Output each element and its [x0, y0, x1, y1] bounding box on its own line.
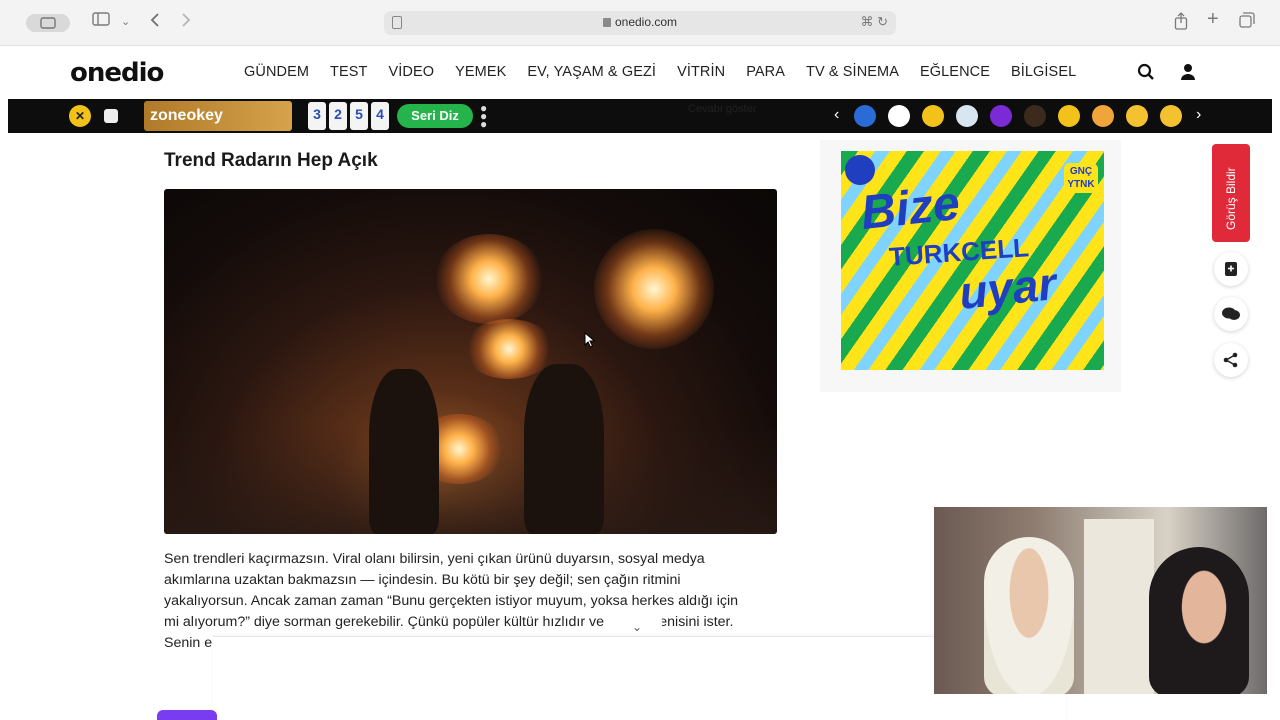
nav-para[interactable]: PARA	[746, 64, 785, 80]
chevron-right-icon[interactable]: ›	[1196, 106, 1201, 124]
games-strip: ✕ zoneokey 3 2 5 4 Seri Diz ● ● ● Cevabı g…	[8, 99, 1272, 133]
nav-video[interactable]: VİDEO	[389, 64, 435, 80]
person-right	[1149, 547, 1249, 694]
zoneokey-banner[interactable]: zoneokey	[144, 101, 292, 131]
feedback-label: Görüş Bildir	[1224, 167, 1238, 230]
user-icon[interactable]	[1180, 63, 1200, 83]
reaction-icon[interactable]	[956, 105, 978, 127]
webcam-overlay	[934, 507, 1267, 694]
new-tab-icon[interactable]: +	[1207, 9, 1219, 29]
paragraph-line: mi alıyorum?” diye sorman gerekebilir. Ç…	[164, 612, 776, 633]
bookmark-add-button[interactable]	[1214, 252, 1248, 286]
tile: 2	[329, 102, 347, 130]
tile: 3	[308, 102, 326, 130]
okey-tiles: 3 2 5 4	[308, 102, 389, 130]
person-silhouette	[524, 364, 604, 534]
paragraph-line: Sen trendleri kaçırmazsın. Viral olanı b…	[164, 551, 705, 567]
firework-spark	[434, 234, 544, 324]
chevron-down-icon: ⌄	[631, 620, 643, 634]
game-icon[interactable]: ✕	[69, 105, 91, 127]
reaction-icon[interactable]	[1058, 105, 1080, 127]
ad-line-1: Bize	[858, 176, 963, 241]
bookmark-add-icon	[1225, 262, 1237, 276]
firework-spark	[464, 319, 554, 379]
paragraph-line: akımlarına uzaktan bakmazsın — içindesin…	[164, 572, 681, 588]
reaction-icon[interactable]	[1024, 105, 1046, 127]
paragraph-line: yakalıyorsun. Ancak zaman zaman “Bunu ge…	[164, 593, 739, 609]
url-text: onedio.com	[614, 15, 678, 29]
address-bar[interactable]: onedio.com ⌘ ↻	[384, 11, 896, 35]
webcam-background-door	[1084, 519, 1154, 694]
sidebar-icon[interactable]	[92, 12, 110, 32]
article-heading: Trend Radarın Hep Açık	[164, 150, 378, 171]
article-image	[164, 189, 777, 534]
tile: 5	[350, 102, 368, 130]
lock-icon	[602, 18, 611, 27]
paragraph-line-head: mi alıyorum?” diye sorman gerekebilir. Ç…	[164, 614, 604, 630]
nav-ev-yasam-gezi[interactable]: EV, YAŞAM & GEZİ	[527, 64, 656, 80]
reaction-icon[interactable]	[1092, 105, 1114, 127]
comments-icon	[1222, 307, 1240, 320]
site-logo[interactable]: onedio	[70, 58, 164, 88]
gnc-ytnk-badge: GNÇ YTNK	[1064, 163, 1098, 193]
person-silhouette	[369, 369, 439, 534]
tab-group-icon	[40, 17, 56, 29]
reaction-icon[interactable]	[888, 105, 910, 127]
nav-tv-sinema[interactable]: TV & SİNEMA	[806, 64, 899, 80]
browser-toolbar: ⌄ onedio.com ⌘ ↻ +	[0, 0, 1280, 46]
ad-line-3: uyar	[956, 257, 1059, 319]
more-dots-icon[interactable]: ● ● ●	[480, 102, 487, 130]
nav-yemek[interactable]: YEMEK	[455, 64, 506, 80]
purple-button-edge[interactable]	[157, 710, 217, 720]
reaction-icon[interactable]	[922, 105, 944, 127]
translate-icon[interactable]: ⌘	[860, 14, 873, 29]
sticky-ad-toggle[interactable]: ⌄	[612, 616, 662, 638]
turkcell-ad[interactable]: GNÇ YTNK Bize TURKCELL uyar	[841, 151, 1104, 370]
firework-spark	[594, 229, 714, 349]
search-icon[interactable]	[1137, 63, 1157, 83]
game-grid-icon[interactable]	[104, 109, 118, 123]
seri-diz-button[interactable]: Seri Diz	[397, 104, 473, 128]
person-left	[984, 537, 1074, 694]
main-nav: GÜNDEM TEST VİDEO YEMEK EV, YAŞAM & GEZİ…	[244, 64, 1097, 80]
reaction-emojis	[854, 105, 1182, 127]
reaction-icon[interactable]	[990, 105, 1012, 127]
share-button[interactable]	[1214, 343, 1248, 377]
feedback-button[interactable]: Görüş Bildir	[1212, 144, 1250, 242]
mouse-cursor-icon	[584, 332, 596, 348]
nav-eglence[interactable]: EĞLENCE	[920, 64, 990, 80]
site-header: onedio GÜNDEM TEST VİDEO YEMEK EV, YAŞAM…	[8, 46, 1272, 99]
nav-vitrin[interactable]: VİTRİN	[677, 64, 725, 80]
tab-overview-button[interactable]	[26, 14, 70, 32]
comments-button[interactable]	[1214, 297, 1248, 331]
nav-bilgisel[interactable]: BİLGİSEL	[1011, 64, 1076, 80]
tabs-icon[interactable]	[1239, 12, 1255, 34]
ad-container: GNÇ YTNK Bize TURKCELL uyar	[820, 140, 1121, 392]
back-icon[interactable]	[150, 12, 160, 34]
forward-icon[interactable]	[181, 12, 191, 34]
turkcell-logo-icon	[845, 155, 875, 185]
chevron-left-icon[interactable]: ‹	[834, 106, 839, 124]
heart-eyes-icon[interactable]	[1126, 105, 1148, 127]
chevron-down-icon[interactable]: ⌄	[121, 12, 130, 32]
nav-gundem[interactable]: GÜNDEM	[244, 64, 309, 80]
reveal-answer-text[interactable]: Cevabı göster	[688, 103, 756, 115]
reload-icon[interactable]: ↻	[877, 14, 888, 29]
nav-test[interactable]: TEST	[330, 64, 367, 80]
tile: 4	[371, 102, 389, 130]
share-icon[interactable]	[1174, 12, 1188, 36]
reaction-icon[interactable]	[854, 105, 876, 127]
sad-face-icon[interactable]	[1160, 105, 1182, 127]
share-nodes-icon	[1223, 352, 1238, 368]
